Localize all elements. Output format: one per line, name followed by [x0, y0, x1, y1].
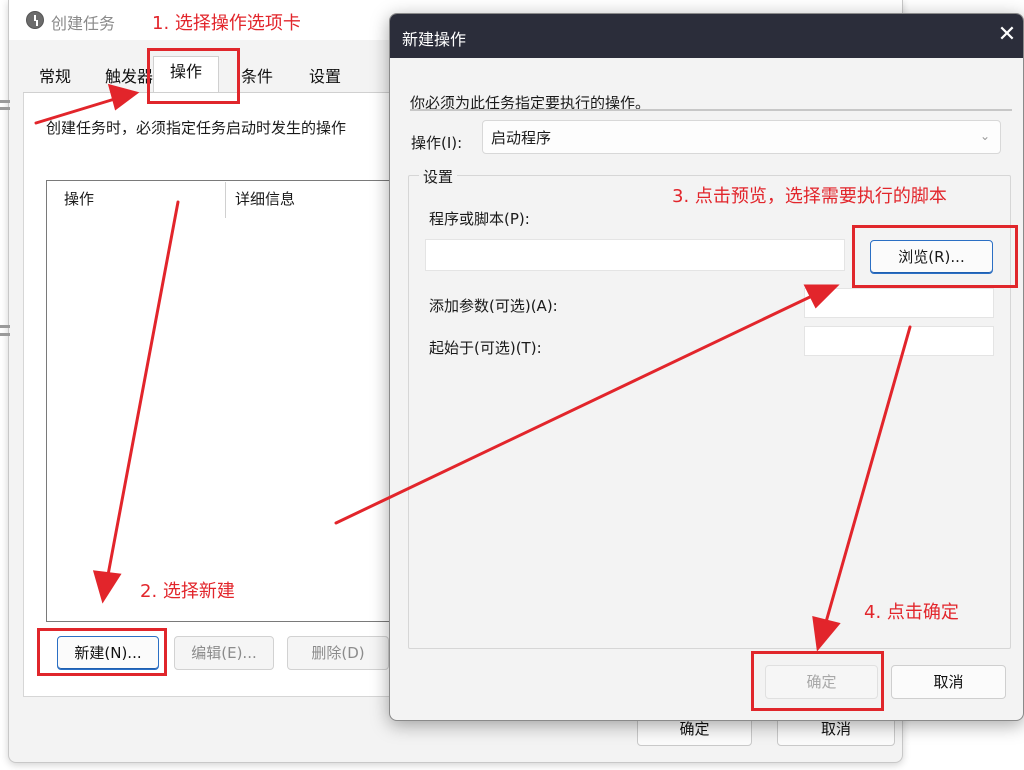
- delete-action-button[interactable]: 删除(D): [287, 636, 389, 670]
- start-in-label: 起始于(可选)(T):: [429, 339, 542, 357]
- highlight-ok-button: [751, 651, 884, 711]
- tab-conditions[interactable]: 条件: [237, 64, 277, 92]
- highlight-actions-tab: [147, 48, 240, 104]
- arguments-label: 添加参数(可选)(A):: [429, 297, 558, 315]
- actions-list[interactable]: [46, 180, 408, 622]
- highlight-new-button: [37, 628, 167, 676]
- background-window-edge: [0, 100, 10, 103]
- actions-description: 创建任务时，必须指定任务启动时发生的操作: [46, 119, 347, 137]
- annotation-step-1: 1. 选择操作选项卡: [152, 13, 301, 34]
- edit-action-button[interactable]: 编辑(E)...: [174, 636, 274, 670]
- create-task-title: 创建任务: [51, 14, 116, 33]
- background-window-edge: [0, 333, 10, 336]
- new-action-titlebar: [390, 14, 1023, 58]
- column-divider: [225, 182, 226, 218]
- settings-group-label: 设置: [419, 166, 458, 187]
- start-in-input[interactable]: [804, 326, 994, 356]
- program-script-label: 程序或脚本(P):: [429, 210, 530, 228]
- column-header-action[interactable]: 操作: [64, 188, 94, 209]
- instruction-divider: [410, 109, 1012, 111]
- background-window-edge: [0, 325, 10, 328]
- column-header-detail[interactable]: 详细信息: [235, 188, 295, 209]
- annotation-step-3: 3. 点击预览，选择需要执行的脚本: [672, 186, 947, 207]
- action-type-label: 操作(I):: [411, 134, 463, 152]
- annotation-step-4: 4. 点击确定: [864, 602, 959, 623]
- arguments-input[interactable]: [804, 288, 994, 318]
- action-type-select[interactable]: 启动程序 ⌄: [482, 120, 1001, 154]
- action-type-value: 启动程序: [491, 129, 552, 147]
- tab-general[interactable]: 常规: [35, 64, 75, 92]
- chevron-down-icon: ⌄: [980, 129, 991, 143]
- background-window-edge: [0, 107, 10, 110]
- close-icon[interactable]: ✕: [995, 22, 1019, 48]
- program-script-input[interactable]: [425, 239, 845, 271]
- new-action-title: 新建操作: [402, 30, 467, 49]
- clock-icon: [26, 11, 44, 29]
- annotation-step-2: 2. 选择新建: [140, 581, 235, 602]
- highlight-browse-button: [852, 225, 1018, 288]
- tab-settings[interactable]: 设置: [305, 64, 345, 92]
- new-action-cancel-button[interactable]: 取消: [891, 665, 1006, 699]
